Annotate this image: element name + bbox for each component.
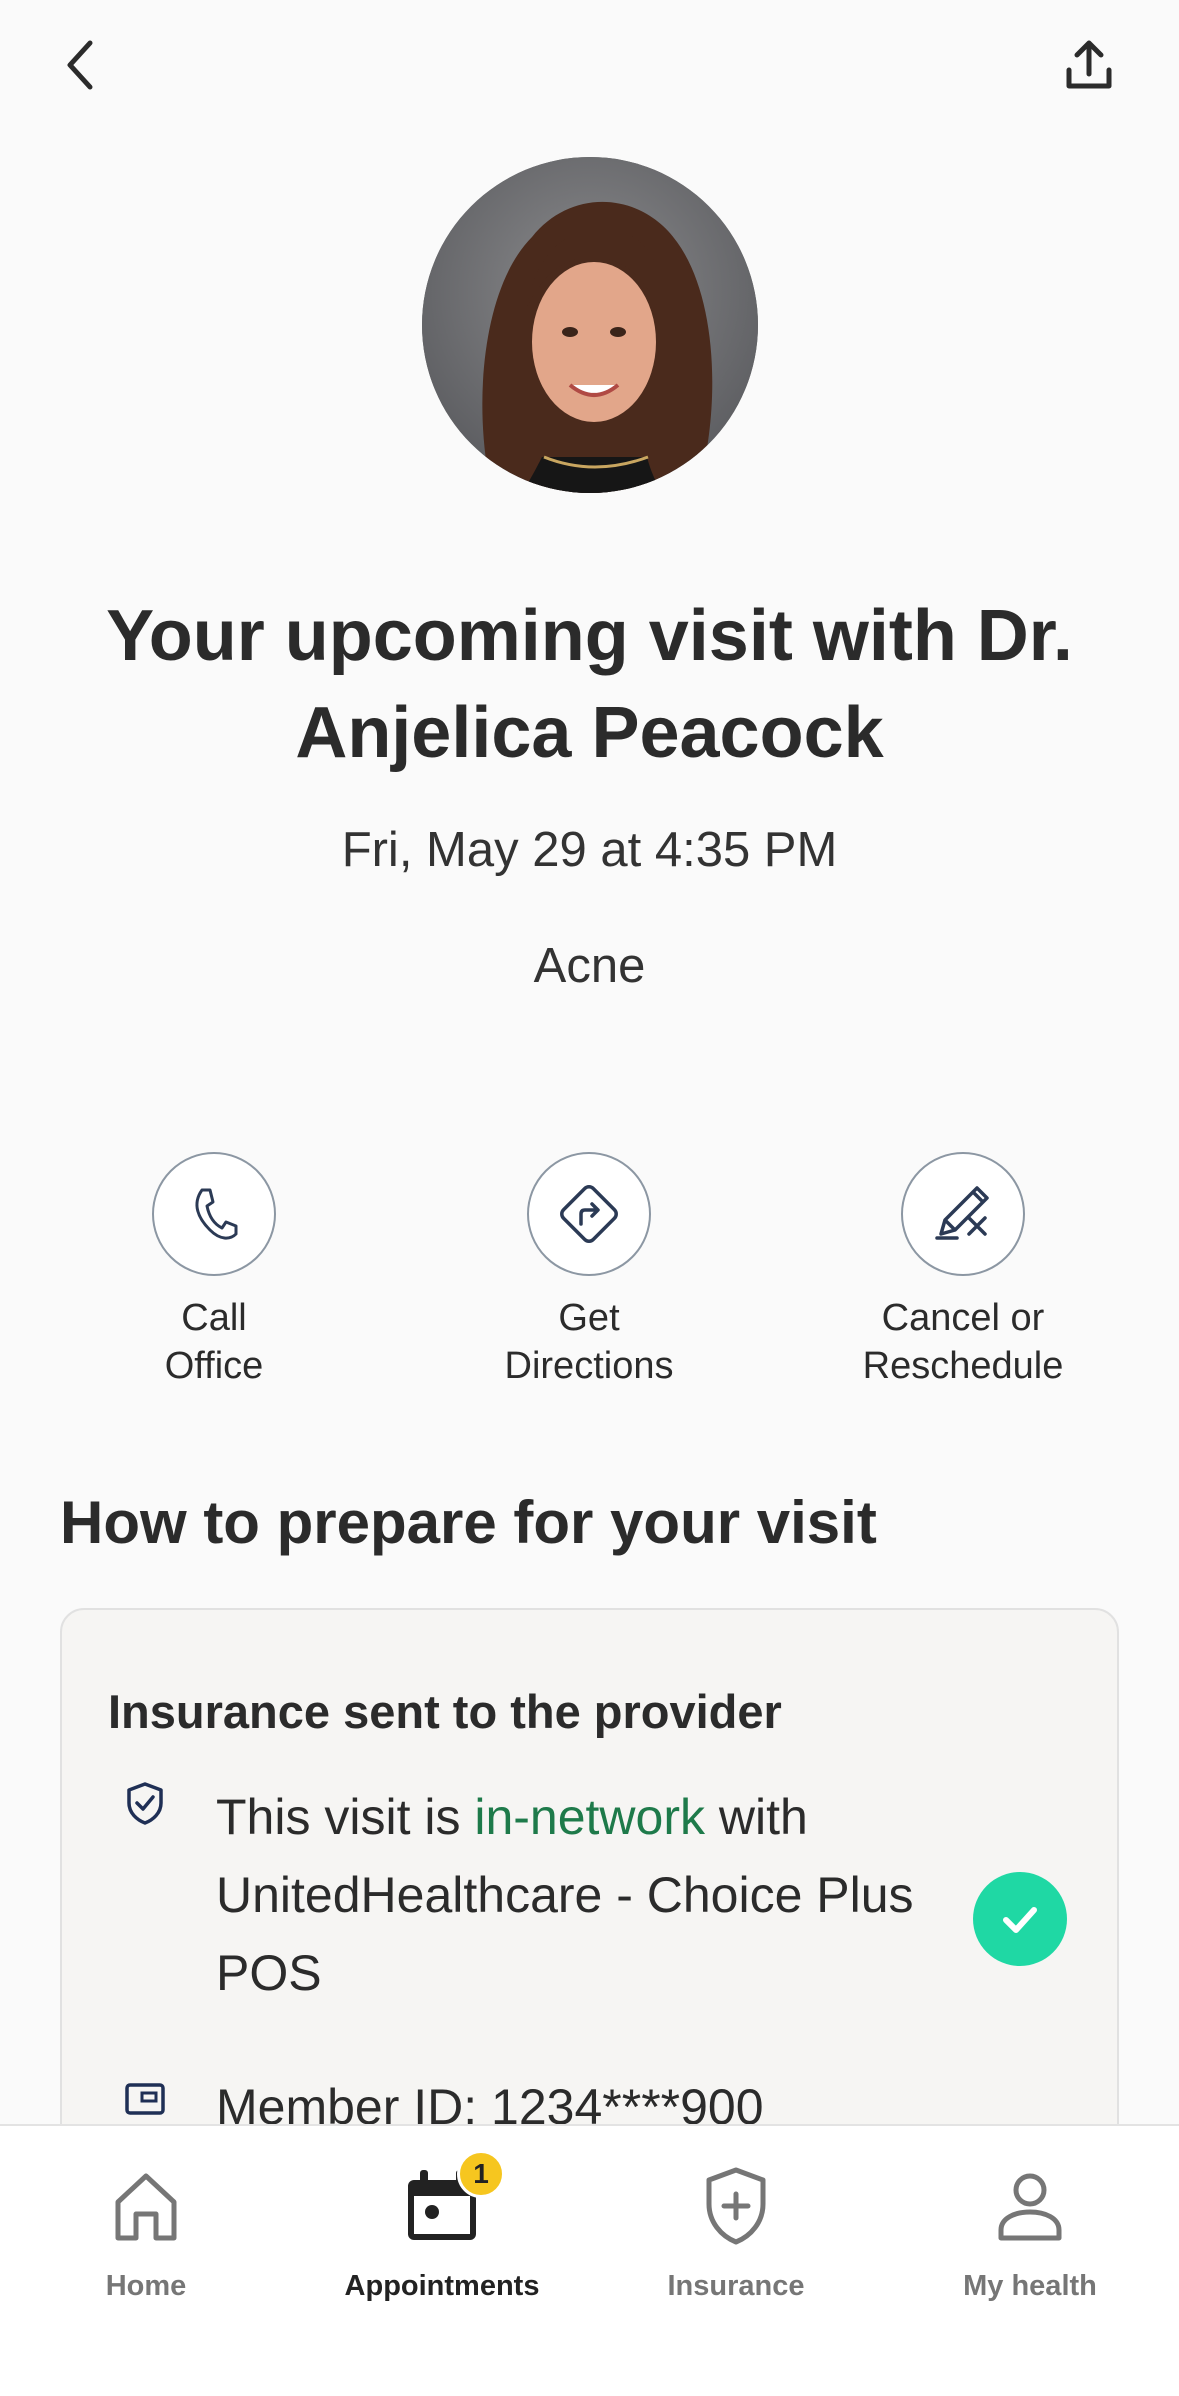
tab-home-label: Home: [105, 2270, 187, 2302]
plan-name: UnitedHealthcare - Choice Plus POS: [216, 1867, 914, 2001]
doctor-photo-image: [422, 157, 758, 493]
person-icon: [998, 2173, 1062, 2241]
edit-pencil-icon: [935, 1186, 989, 1240]
phone-icon: [195, 1188, 238, 1240]
shield-plus-icon: [706, 2167, 766, 2245]
tab-appointments-label: Appointments: [344, 2270, 540, 2302]
cancel-reschedule-button[interactable]: Cancel or Reschedule: [813, 1152, 1113, 1390]
tab-insurance[interactable]: Insurance: [621, 2156, 851, 2303]
appointments-badge: 1: [457, 2150, 505, 2198]
home-icon: [115, 2173, 177, 2241]
top-bar: [0, 0, 1179, 140]
tab-appointments[interactable]: 1 Appointments: [327, 2150, 557, 2303]
network-status-text: This visit is in-network with UnitedHeal…: [216, 1778, 916, 2012]
network-status: in-network: [474, 1789, 705, 1845]
insurance-card-title: Insurance sent to the provider: [108, 1685, 782, 1738]
check-circle-icon: [973, 1872, 1067, 1966]
shield-check-icon: [120, 1778, 170, 1828]
call-label-line1: Call: [181, 1297, 247, 1339]
chevron-left-icon: [67, 40, 93, 90]
tab-insurance-label: Insurance: [667, 2270, 805, 2302]
network-prefix: This visit is: [216, 1789, 475, 1845]
doctor-avatar: [422, 157, 758, 493]
tab-home[interactable]: Home: [31, 2156, 261, 2303]
member-card-icon: [120, 2074, 170, 2124]
get-directions-button[interactable]: Get Directions: [439, 1152, 739, 1390]
directions-label-line2: Directions: [504, 1345, 674, 1387]
directions-icon: [560, 1185, 618, 1243]
directions-label-line1: Get: [558, 1297, 620, 1339]
share-upload-icon: [1066, 40, 1112, 89]
network-suffix: with: [705, 1789, 808, 1845]
cancel-label-line1: Cancel or: [881, 1297, 1045, 1339]
back-button[interactable]: [50, 30, 110, 100]
visit-reason: Acne: [533, 939, 646, 993]
tab-my-health-label: My health: [963, 2270, 1097, 2302]
share-button[interactable]: [1054, 30, 1124, 100]
bottom-tab-bar: Home 1 Appointments Insurance My health: [0, 2124, 1179, 2396]
prepare-section-title: How to prepare for your visit: [60, 1489, 877, 1556]
get-directions-circle[interactable]: [527, 1152, 651, 1276]
tab-my-health[interactable]: My health: [915, 2156, 1145, 2303]
call-label-line2: Office: [164, 1345, 264, 1387]
visit-title: Your upcoming visit with Dr. Anjelica Pe…: [106, 596, 1073, 773]
action-row: Call Office Get Directions Cancel or Resche…: [0, 1152, 1179, 1392]
visit-datetime: Fri, May 29 at 4:35 PM: [341, 823, 838, 877]
call-office-circle[interactable]: [152, 1152, 276, 1276]
cancel-reschedule-circle[interactable]: [901, 1152, 1025, 1276]
call-office-button[interactable]: Call Office: [64, 1152, 364, 1390]
cancel-label-line2: Reschedule: [862, 1345, 1064, 1387]
